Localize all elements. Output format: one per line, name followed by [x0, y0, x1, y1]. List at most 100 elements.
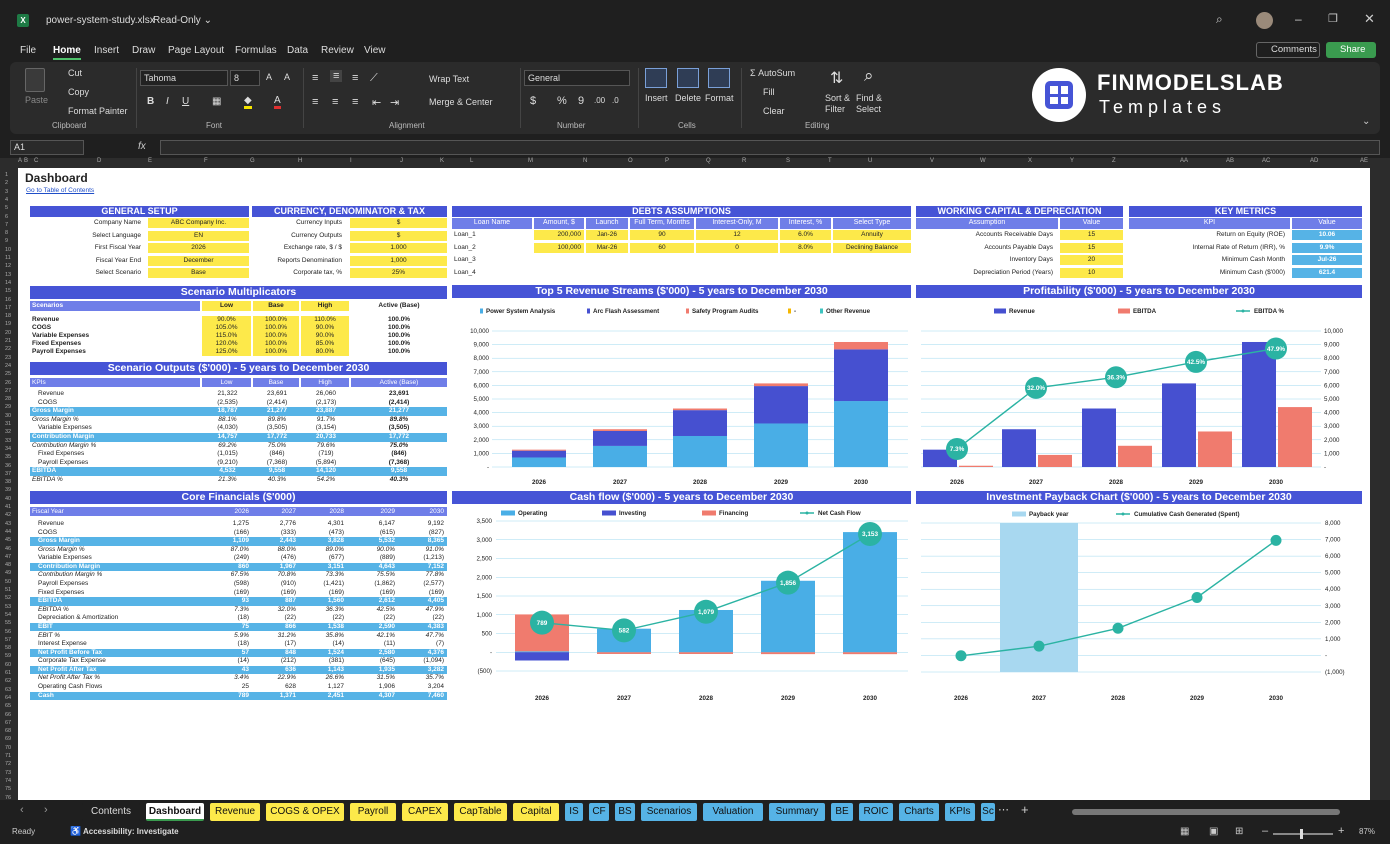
- column-header-n[interactable]: N: [583, 158, 587, 164]
- row-header-48[interactable]: 48: [5, 562, 11, 568]
- row-header-4[interactable]: 4: [5, 197, 8, 203]
- format-cells-icon[interactable]: [708, 68, 730, 88]
- collapse-ribbon-icon[interactable]: ⌄: [1362, 116, 1370, 127]
- row-header-6[interactable]: 6: [5, 214, 8, 220]
- align-bottom-icon[interactable]: ≡: [352, 72, 358, 84]
- row-header-67[interactable]: 67: [5, 720, 11, 726]
- tab-is[interactable]: IS: [565, 803, 583, 821]
- sort-filter-icon[interactable]: ⇅: [830, 68, 843, 88]
- row-header-8[interactable]: 8: [5, 230, 8, 236]
- column-header-q[interactable]: Q: [706, 158, 711, 164]
- column-header-aa[interactable]: AA: [1180, 158, 1188, 164]
- column-header-o[interactable]: O: [628, 158, 633, 164]
- window-mode[interactable]: Read-Only ⌄: [153, 15, 212, 26]
- column-header-x[interactable]: X: [1028, 158, 1032, 164]
- column-header-f[interactable]: F: [204, 158, 208, 164]
- increase-decimal-icon[interactable]: .00: [594, 96, 605, 105]
- row-header-26[interactable]: 26: [5, 380, 11, 386]
- row-header-15[interactable]: 15: [5, 288, 11, 294]
- shrink-font-icon[interactable]: A: [284, 72, 290, 82]
- restore-icon[interactable]: ❐: [1328, 12, 1338, 25]
- row-header-2[interactable]: 2: [5, 180, 8, 186]
- column-header-g[interactable]: G: [250, 158, 255, 164]
- merge-center-button[interactable]: Merge & Center: [429, 97, 493, 107]
- row-header-21[interactable]: 21: [5, 338, 11, 344]
- fill-button[interactable]: Fill: [763, 87, 775, 97]
- tab-dashboard[interactable]: Dashboard: [146, 803, 204, 821]
- row-header-69[interactable]: 69: [5, 736, 11, 742]
- row-header-25[interactable]: 25: [5, 371, 11, 377]
- row-header-44[interactable]: 44: [5, 529, 11, 535]
- column-header-k[interactable]: K: [440, 158, 444, 164]
- row-header-45[interactable]: 45: [5, 537, 11, 543]
- normal-view-icon[interactable]: ▦: [1180, 826, 1189, 837]
- row-header-75[interactable]: 75: [5, 786, 11, 792]
- underline-icon[interactable]: U: [182, 96, 189, 107]
- row-header-59[interactable]: 59: [5, 653, 11, 659]
- column-header-t[interactable]: T: [828, 158, 832, 164]
- tab-revenue[interactable]: Revenue: [210, 803, 260, 821]
- row-header-13[interactable]: 13: [5, 272, 11, 278]
- align-center-icon[interactable]: ≡: [332, 96, 338, 108]
- horizontal-scrollbar[interactable]: [1072, 809, 1340, 815]
- insert-cells-button[interactable]: Insert: [645, 93, 668, 103]
- column-header-ab[interactable]: AB: [1226, 158, 1234, 164]
- tab-cogs-opex[interactable]: COGS & OPEX: [266, 803, 344, 821]
- close-icon[interactable]: ✕: [1364, 11, 1375, 27]
- row-header-36[interactable]: 36: [5, 463, 11, 469]
- row-header-10[interactable]: 10: [5, 247, 11, 253]
- column-header-u[interactable]: U: [868, 158, 872, 164]
- tab-payroll[interactable]: Payroll: [350, 803, 396, 821]
- number-format-select[interactable]: General: [524, 70, 630, 86]
- row-header-12[interactable]: 12: [5, 263, 11, 269]
- column-header-z[interactable]: Z: [1112, 158, 1116, 164]
- comma-icon[interactable]: 9: [578, 95, 584, 107]
- row-header-70[interactable]: 70: [5, 745, 11, 751]
- wrap-text-button[interactable]: Wrap Text: [429, 74, 469, 84]
- row-header-71[interactable]: 71: [5, 753, 11, 759]
- row-header-72[interactable]: 72: [5, 761, 11, 767]
- row-header-50[interactable]: 50: [5, 579, 11, 585]
- zoom-out-icon[interactable]: –: [1262, 825, 1268, 837]
- find-select-button[interactable]: Find & Select: [856, 93, 888, 115]
- menu-home[interactable]: Home: [53, 45, 81, 60]
- row-header-28[interactable]: 28: [5, 396, 11, 402]
- tab-roic[interactable]: ROIC: [859, 803, 893, 821]
- align-top-icon[interactable]: ≡: [312, 72, 318, 84]
- column-header-b[interactable]: B: [24, 158, 28, 164]
- row-header-30[interactable]: 30: [5, 413, 11, 419]
- delete-cells-button[interactable]: Delete: [675, 93, 701, 103]
- tab-summary[interactable]: Summary: [769, 803, 825, 821]
- tab-scroll-right-icon[interactable]: ›: [44, 804, 48, 816]
- page-break-view-icon[interactable]: ⊞: [1235, 826, 1243, 837]
- tab-capital[interactable]: Capital: [513, 803, 559, 821]
- row-header-68[interactable]: 68: [5, 728, 11, 734]
- column-header-j[interactable]: J: [400, 158, 403, 164]
- row-header-63[interactable]: 63: [5, 687, 11, 693]
- row-header-47[interactable]: 47: [5, 554, 11, 560]
- column-header-m[interactable]: M: [528, 158, 533, 164]
- align-right-icon[interactable]: ≡: [352, 96, 358, 108]
- autosum-button[interactable]: Σ AutoSum: [750, 68, 795, 78]
- tab-captable[interactable]: CapTable: [454, 803, 507, 821]
- menu-formulas[interactable]: Formulas: [235, 45, 277, 56]
- tab-scroll-left-icon[interactable]: ‹: [20, 804, 24, 816]
- column-header-s[interactable]: S: [786, 158, 790, 164]
- format-cells-button[interactable]: Format: [705, 93, 734, 103]
- row-header-19[interactable]: 19: [5, 321, 11, 327]
- row-header-39[interactable]: 39: [5, 487, 11, 493]
- row-header-16[interactable]: 16: [5, 297, 11, 303]
- column-header-c[interactable]: C: [34, 158, 38, 164]
- column-header-v[interactable]: V: [930, 158, 934, 164]
- find-select-icon[interactable]: ⌕: [864, 66, 874, 86]
- zoom-slider[interactable]: [1273, 829, 1333, 839]
- align-left-icon[interactable]: ≡: [312, 96, 318, 108]
- tab-contents[interactable]: Contents: [82, 803, 140, 821]
- row-header-35[interactable]: 35: [5, 454, 11, 460]
- row-header-46[interactable]: 46: [5, 546, 11, 552]
- copy-button[interactable]: Copy: [68, 87, 89, 97]
- column-header-a[interactable]: A: [18, 158, 22, 164]
- formula-input[interactable]: [160, 140, 1380, 155]
- menu-draw[interactable]: Draw: [132, 45, 155, 56]
- row-header-24[interactable]: 24: [5, 363, 11, 369]
